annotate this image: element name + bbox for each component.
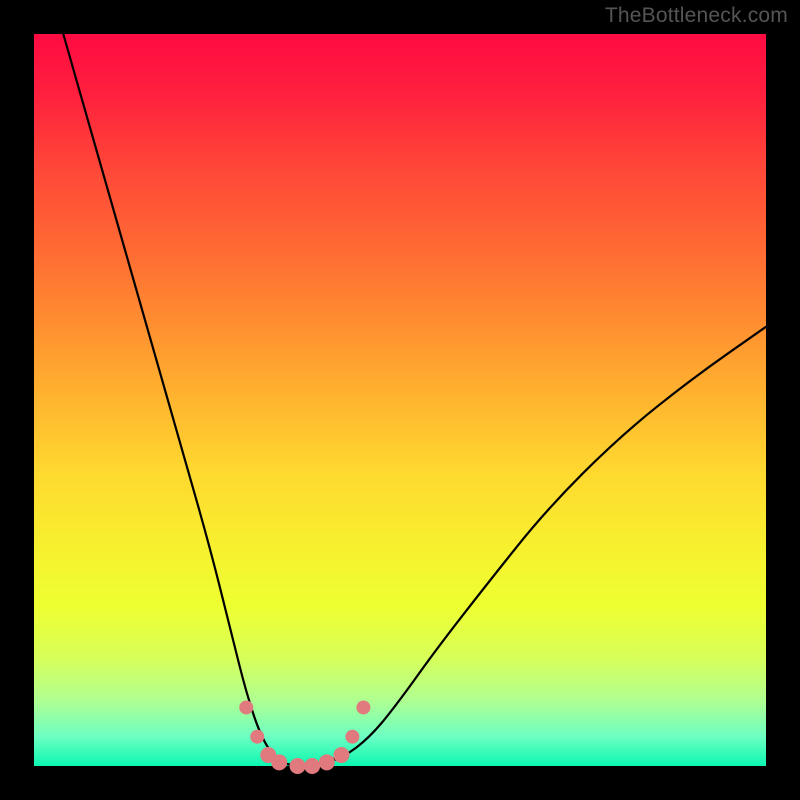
highlight-dot [304, 758, 320, 774]
highlight-dot [345, 730, 359, 744]
chart-frame: TheBottleneck.com [0, 0, 800, 800]
highlight-dot [356, 700, 370, 714]
highlight-dot [250, 730, 264, 744]
highlight-dot [319, 754, 335, 770]
highlight-dot [333, 747, 349, 763]
highlight-dots [239, 700, 370, 774]
highlight-dot [290, 758, 306, 774]
chart-svg [34, 34, 766, 766]
highlight-dot [271, 754, 287, 770]
highlight-dot [239, 700, 253, 714]
bottleneck-curve [63, 34, 766, 766]
watermark-text: TheBottleneck.com [605, 4, 788, 28]
plot-area [34, 34, 766, 766]
